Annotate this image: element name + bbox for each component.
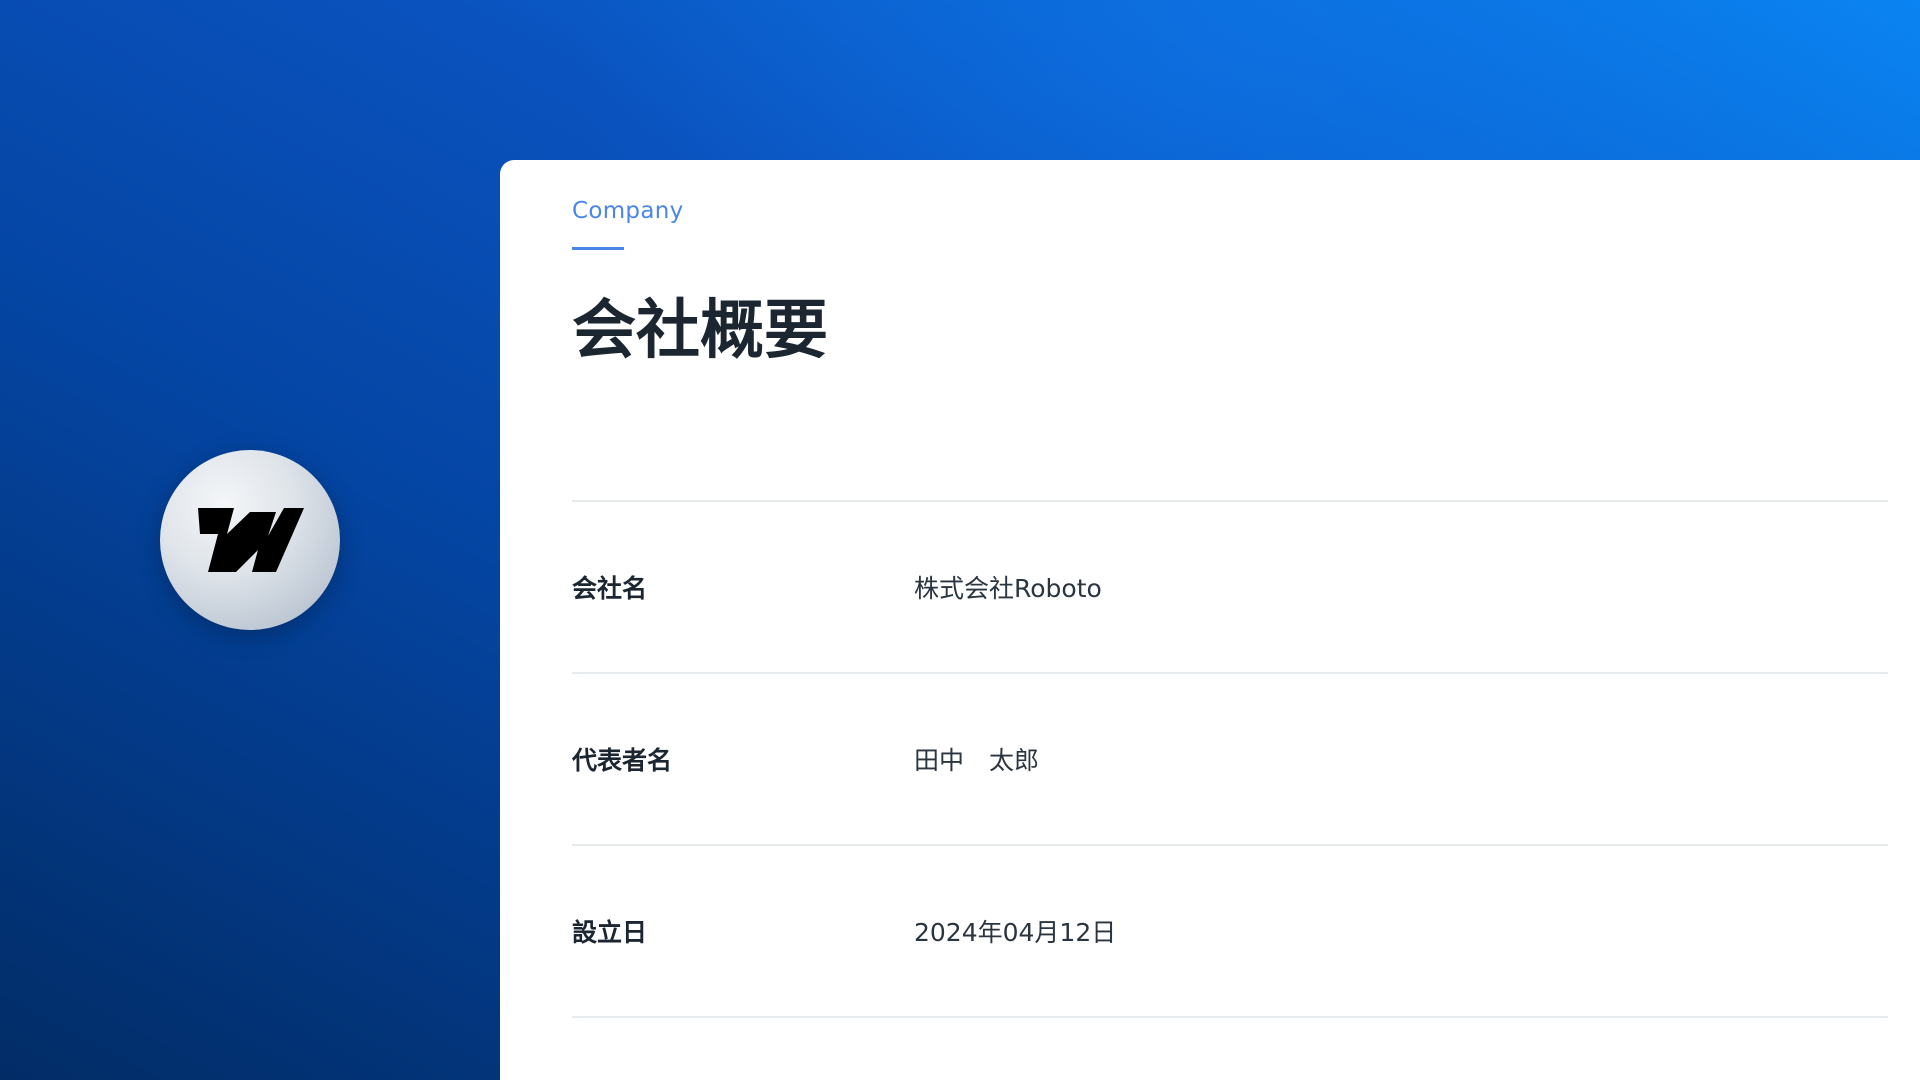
info-row-founded-date: 設立日 2024年04月12日 [572, 846, 1888, 1018]
info-label: 会社名 [572, 574, 648, 603]
info-label: 設立日 [572, 918, 648, 947]
info-row-representative: 代表者名 田中 太郎 [572, 674, 1888, 846]
info-value: 2024年04月12日 [914, 918, 1117, 947]
info-label: 代表者名 [572, 746, 673, 775]
page-title: 会社概要 [572, 294, 828, 368]
company-overview-card: Company 会社概要 会社名 株式会社Roboto 代表者名 田中 太郎 設… [500, 160, 1920, 1080]
eyebrow-underline [572, 247, 624, 250]
section-eyebrow: Company [572, 198, 684, 224]
company-info-table: 会社名 株式会社Roboto 代表者名 田中 太郎 設立日 2024年04月12… [572, 500, 1888, 1018]
info-row-company-name: 会社名 株式会社Roboto [572, 502, 1888, 674]
webflow-logo-badge [160, 450, 340, 630]
info-value: 田中 太郎 [914, 746, 1040, 775]
info-value: 株式会社Roboto [914, 574, 1102, 603]
webflow-w-icon [198, 508, 304, 572]
